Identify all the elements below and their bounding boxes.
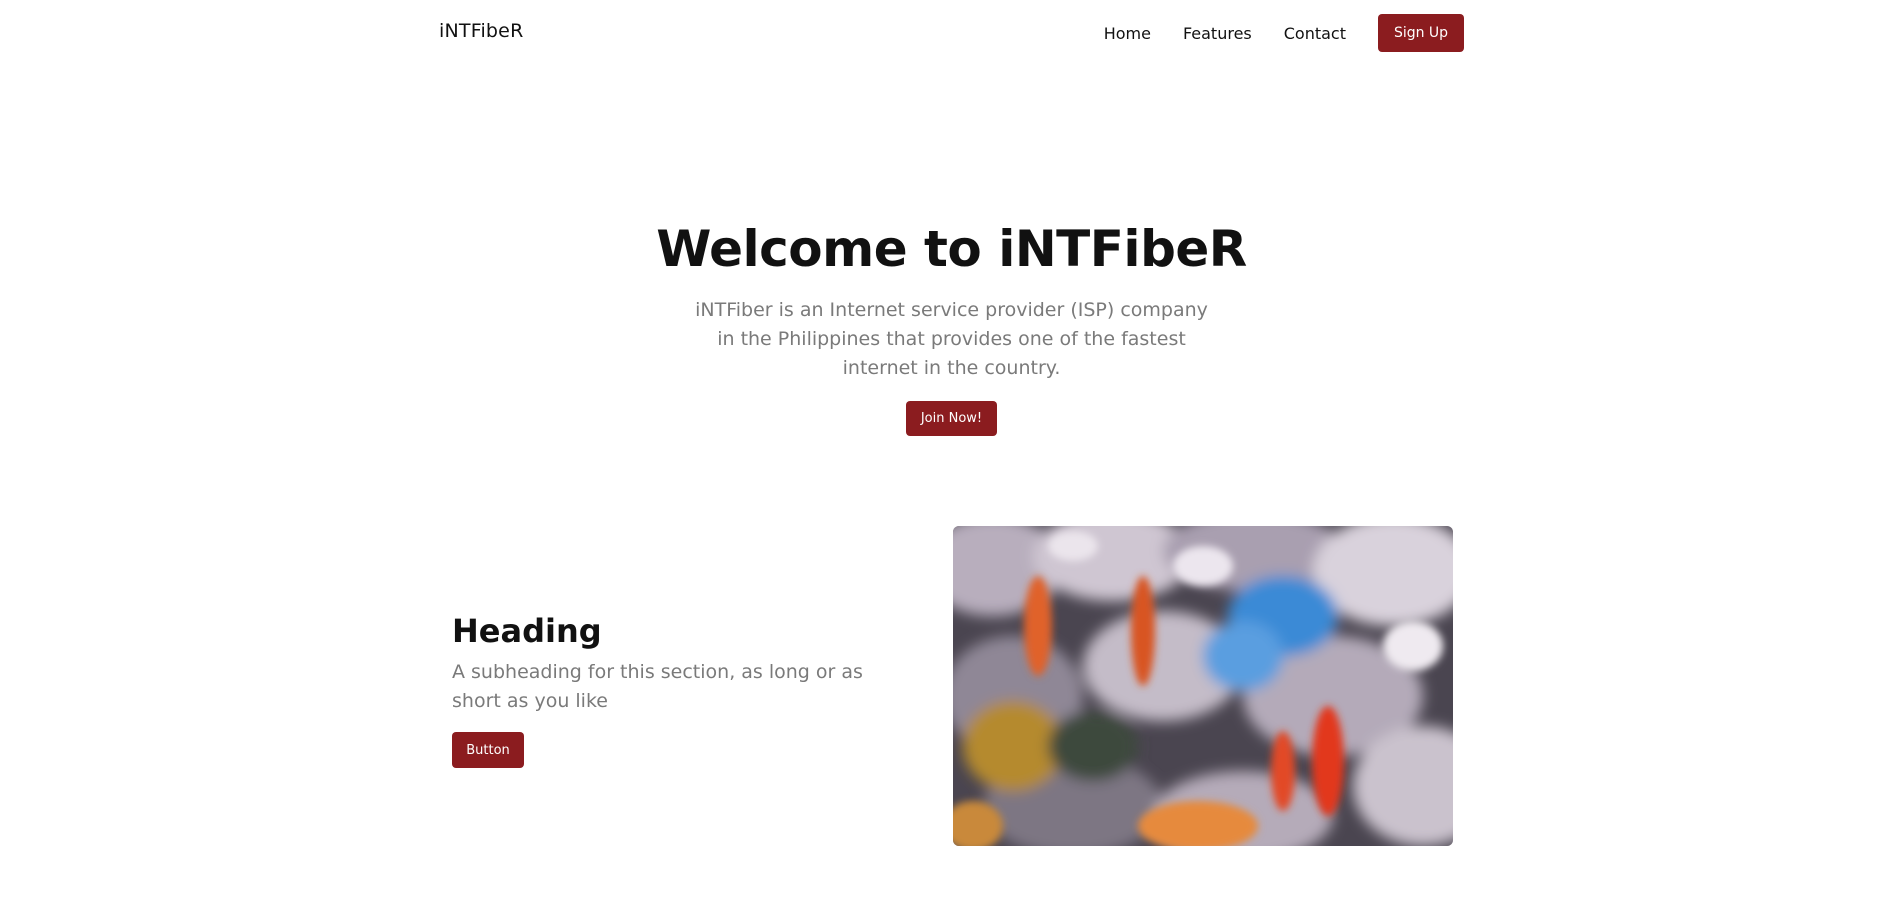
- nav-link-contact[interactable]: Contact: [1284, 24, 1346, 43]
- feature-button[interactable]: Button: [452, 732, 524, 768]
- signup-button[interactable]: Sign Up: [1378, 14, 1464, 52]
- feature-subheading: A subheading for this section, as long o…: [452, 661, 863, 712]
- hero-subtitle: iNTFiber is an Internet service provider…: [695, 299, 1208, 379]
- join-now-button[interactable]: Join Now!: [906, 401, 997, 436]
- hero-section: Welcome to iNTFibeR iNTFiber is an Inter…: [0, 220, 1903, 436]
- brand-logo[interactable]: iNTFibeR: [439, 20, 523, 42]
- feature-image: [953, 526, 1453, 846]
- nav-link-home[interactable]: Home: [1104, 24, 1151, 43]
- top-navbar: iNTFibeR Home Features Contact Sign Up: [0, 0, 1903, 66]
- feature-section: Heading A subheading for this section, a…: [452, 612, 872, 768]
- nav-links: Home Features Contact Sign Up: [1104, 14, 1464, 52]
- nav-link-features[interactable]: Features: [1183, 24, 1252, 43]
- hero-title: Welcome to iNTFibeR: [656, 220, 1247, 278]
- feature-heading: Heading: [452, 612, 602, 650]
